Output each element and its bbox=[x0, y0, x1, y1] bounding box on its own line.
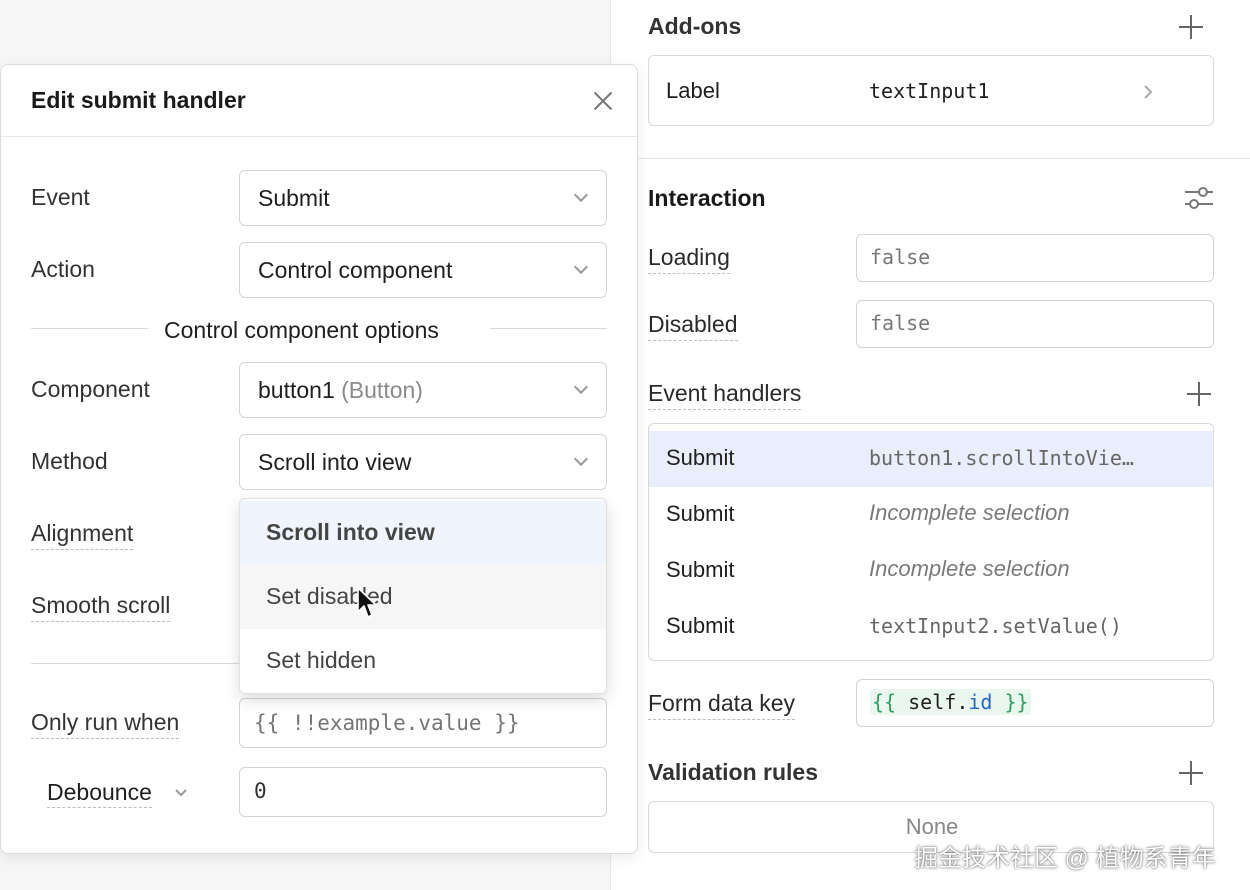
method-select-value: Scroll into view bbox=[258, 449, 412, 475]
method-select[interactable]: Scroll into view bbox=[239, 434, 607, 490]
debounce-selector[interactable]: Debounce bbox=[47, 779, 187, 808]
handler-event: Submit bbox=[666, 557, 735, 582]
add-validation-plus-icon[interactable] bbox=[1178, 760, 1204, 786]
add-event-handler-plus-icon[interactable] bbox=[1186, 381, 1212, 407]
debounce-label: Debounce bbox=[47, 779, 152, 808]
event-handlers-title: Event handlers bbox=[648, 380, 802, 410]
only-run-when-label: Only run when bbox=[31, 709, 180, 739]
loading-label: Loading bbox=[648, 244, 730, 274]
event-handler-row[interactable]: Submit Incomplete selection bbox=[649, 543, 1213, 599]
settings-sliders-icon[interactable] bbox=[1184, 185, 1214, 211]
chevron-down-icon bbox=[573, 451, 589, 467]
add-addon-plus-icon[interactable] bbox=[1178, 14, 1204, 40]
chevron-down-icon bbox=[573, 187, 589, 203]
event-handler-row[interactable]: Submit Incomplete selection bbox=[649, 487, 1213, 543]
inspector-panel: Add-ons Label textInput1 Interaction Loa… bbox=[610, 0, 1250, 890]
method-label: Method bbox=[31, 448, 108, 474]
modal-title: Edit submit handler bbox=[31, 87, 246, 113]
section-divider bbox=[31, 663, 239, 664]
component-select[interactable]: button1 (Button) bbox=[239, 362, 607, 418]
method-dropdown-menu: Scroll into view Set disabled Set hidden bbox=[239, 498, 607, 694]
code-self: self bbox=[908, 690, 957, 714]
disabled-label: Disabled bbox=[648, 311, 738, 341]
code-dot: . bbox=[956, 690, 969, 714]
chevron-down-icon bbox=[573, 259, 589, 275]
dropdown-option-set-disabled[interactable]: Set disabled bbox=[240, 565, 606, 629]
debounce-input[interactable]: 0 bbox=[239, 767, 607, 817]
addon-row-key: Label bbox=[666, 78, 720, 103]
chevron-down-icon bbox=[573, 379, 589, 395]
divider-line-left bbox=[31, 328, 148, 329]
validation-rules-title: Validation rules bbox=[648, 759, 818, 785]
code-expression: {{ self.id }} bbox=[870, 689, 1031, 715]
options-divider-text: Control component options bbox=[164, 317, 439, 343]
disabled-input[interactable]: false bbox=[856, 300, 1214, 348]
modal-header: Edit submit handler bbox=[1, 65, 637, 137]
section-divider bbox=[611, 158, 1250, 159]
handler-action: textInput2.setValue() bbox=[869, 614, 1122, 638]
chevron-right-icon bbox=[1144, 85, 1153, 99]
addons-title: Add-ons bbox=[648, 13, 742, 39]
component-label: Component bbox=[31, 376, 150, 402]
chevron-down-icon bbox=[175, 789, 187, 797]
action-select-value: Control component bbox=[258, 257, 453, 283]
watermark-text: 掘金技术社区 @ 植物系青年 bbox=[914, 845, 1216, 872]
addon-row-value: textInput1 bbox=[869, 79, 990, 103]
event-handlers-list: Submit button1.scrollIntoVie… Submit Inc… bbox=[648, 423, 1214, 661]
code-open-brace: {{ bbox=[872, 690, 897, 714]
dropdown-option-set-hidden[interactable]: Set hidden bbox=[240, 629, 606, 693]
interaction-title: Interaction bbox=[648, 185, 766, 211]
event-select-value: Submit bbox=[258, 185, 330, 211]
action-label: Action bbox=[31, 256, 95, 282]
event-handler-row[interactable]: Submit button1.scrollIntoVie… bbox=[649, 431, 1213, 487]
handler-action: Incomplete selection bbox=[869, 500, 1070, 525]
alignment-label: Alignment bbox=[31, 520, 134, 550]
handler-event: Submit bbox=[666, 613, 735, 638]
handler-event: Submit bbox=[666, 445, 735, 470]
action-select[interactable]: Control component bbox=[239, 242, 607, 298]
component-select-value: button1 (Button) bbox=[258, 377, 423, 404]
only-run-when-input[interactable] bbox=[239, 698, 607, 748]
loading-input[interactable]: false bbox=[856, 234, 1214, 282]
mouse-cursor-icon bbox=[357, 587, 377, 618]
handler-action: button1.scrollIntoVie… bbox=[869, 446, 1134, 470]
close-icon[interactable] bbox=[591, 89, 615, 113]
component-name: button1 bbox=[258, 377, 335, 403]
event-label: Event bbox=[31, 184, 90, 210]
edit-handler-modal: Edit submit handler Event Submit Action … bbox=[0, 64, 638, 854]
event-select[interactable]: Submit bbox=[239, 170, 607, 226]
component-type: (Button) bbox=[341, 377, 423, 403]
form-data-key-input[interactable]: {{ self.id }} bbox=[856, 679, 1214, 727]
code-prop: id bbox=[968, 690, 993, 714]
handler-event: Submit bbox=[666, 501, 735, 526]
code-close-brace: }} bbox=[1004, 690, 1029, 714]
addon-label-row[interactable]: Label textInput1 bbox=[648, 55, 1214, 126]
form-data-key-label: Form data key bbox=[648, 690, 795, 720]
validation-none-text: None bbox=[905, 814, 959, 839]
option-label: Set hidden bbox=[266, 647, 376, 673]
handler-action: Incomplete selection bbox=[869, 556, 1070, 581]
smooth-scroll-label: Smooth scroll bbox=[31, 592, 171, 622]
dropdown-option-scroll-into-view[interactable]: Scroll into view bbox=[240, 501, 606, 565]
event-handler-row[interactable]: Submit textInput2.setValue() bbox=[649, 599, 1213, 655]
option-label: Scroll into view bbox=[266, 519, 435, 545]
divider-line-right bbox=[490, 328, 607, 329]
